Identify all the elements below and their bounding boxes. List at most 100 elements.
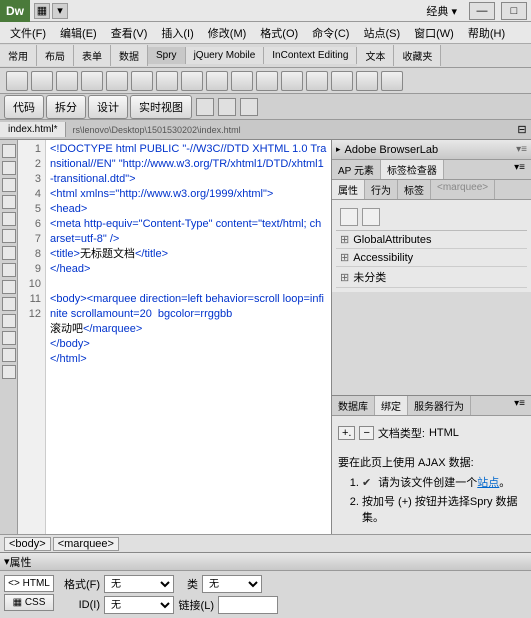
panel-options-icon[interactable]: ▾≡	[508, 396, 531, 415]
remove-button[interactable]: −	[359, 426, 373, 440]
toolbar-icon[interactable]	[196, 98, 214, 116]
tab-forms[interactable]: 表单	[74, 45, 111, 66]
gutter-icon[interactable]	[2, 195, 16, 209]
line-numbers: 123456789101112	[18, 140, 46, 534]
tab-spry[interactable]: Spry	[148, 47, 186, 64]
document-toolbar: 代码 拆分 设计 实时视图	[0, 94, 531, 120]
html-props-button[interactable]: <> HTML	[4, 575, 54, 592]
menu-command[interactable]: 命令(C)	[306, 23, 355, 43]
gutter-icon[interactable]	[2, 331, 16, 345]
attr-group[interactable]: ⊞未分类	[336, 267, 527, 288]
tab-ap-elements[interactable]: AP 元素	[332, 160, 381, 179]
menu-edit[interactable]: 编辑(E)	[54, 23, 103, 43]
tag-body[interactable]: <body>	[4, 537, 51, 551]
tab-jquery[interactable]: jQuery Mobile	[186, 47, 265, 64]
tab-favorites[interactable]: 收藏夹	[394, 45, 441, 66]
link-input[interactable]	[218, 596, 278, 614]
gutter-icon[interactable]	[2, 297, 16, 311]
properties-title: 属性	[10, 554, 32, 570]
id-select[interactable]: 无	[104, 596, 174, 614]
tab-behaviors[interactable]: 行为	[365, 180, 398, 199]
class-select[interactable]: 无	[202, 575, 262, 593]
insert-icon[interactable]	[281, 71, 303, 91]
ajax-heading: 要在此页上使用 AJAX 数据:	[338, 454, 525, 470]
insert-icon[interactable]	[6, 71, 28, 91]
code-content[interactable]: <!DOCTYPE html PUBLIC "-//W3C//DTD XHTML…	[46, 140, 331, 534]
tab-data[interactable]: 数据	[111, 45, 148, 66]
close-icon[interactable]: ⊟	[513, 123, 531, 136]
gutter-icon[interactable]	[2, 365, 16, 379]
insert-icon[interactable]	[181, 71, 203, 91]
attr-group[interactable]: ⊞GlobalAttributes	[336, 231, 527, 249]
panel-options-icon[interactable]: ▾≡	[516, 144, 527, 155]
tab-incontext[interactable]: InContext Editing	[264, 47, 357, 64]
insert-icon[interactable]	[331, 71, 353, 91]
tab-server-behaviors[interactable]: 服务器行为	[408, 396, 471, 415]
menu-file[interactable]: 文件(F)	[4, 23, 52, 43]
tag-marquee[interactable]: <marquee>	[53, 537, 119, 551]
insert-icon[interactable]	[106, 71, 128, 91]
menu-format[interactable]: 格式(O)	[254, 23, 304, 43]
code-editor[interactable]: 123456789101112 <!DOCTYPE html PUBLIC "-…	[18, 140, 331, 534]
menu-view[interactable]: 查看(V)	[105, 23, 154, 43]
tab-bindings[interactable]: 绑定	[375, 396, 408, 415]
tab-layout[interactable]: 布局	[37, 45, 74, 66]
format-label: 格式(F)	[58, 576, 100, 592]
menu-modify[interactable]: 修改(M)	[202, 23, 253, 43]
class-label: 类	[178, 576, 198, 592]
menu-help[interactable]: 帮助(H)	[462, 23, 511, 43]
add-button[interactable]: +.	[338, 426, 355, 440]
tab-attributes[interactable]: 属性	[332, 180, 365, 199]
split-view-button[interactable]: 拆分	[46, 95, 86, 119]
insert-icon[interactable]	[156, 71, 178, 91]
maximize-button[interactable]: □	[501, 2, 527, 20]
live-view-button[interactable]: 实时视图	[130, 95, 192, 119]
tab-database[interactable]: 数据库	[332, 396, 375, 415]
minimize-button[interactable]: —	[469, 2, 495, 20]
layout-dropdown-icon[interactable]: ▾	[52, 3, 68, 19]
gutter-icon[interactable]	[2, 263, 16, 277]
insert-icon[interactable]	[256, 71, 278, 91]
gutter-icon[interactable]	[2, 229, 16, 243]
gutter-icon[interactable]	[2, 212, 16, 226]
format-select[interactable]: 无	[104, 575, 174, 593]
insert-icon[interactable]	[206, 71, 228, 91]
file-tab[interactable]: index.html*	[0, 122, 66, 137]
category-view-icon[interactable]	[340, 208, 358, 226]
menu-insert[interactable]: 插入(I)	[155, 23, 199, 43]
attr-group[interactable]: ⊞Accessibility	[336, 249, 527, 267]
gutter-icon[interactable]	[2, 246, 16, 260]
gutter-icon[interactable]	[2, 161, 16, 175]
tab-common[interactable]: 常用	[0, 45, 37, 66]
tab-tag-inspector[interactable]: 标签检查器	[381, 160, 444, 179]
insert-icon[interactable]	[56, 71, 78, 91]
site-link[interactable]: 站点	[477, 477, 499, 489]
panel-browserlab[interactable]: ▸ Adobe BrowserLab ▾≡	[332, 140, 531, 160]
gutter-icon[interactable]	[2, 178, 16, 192]
toolbar-icon[interactable]	[240, 98, 258, 116]
gutter-icon[interactable]	[2, 314, 16, 328]
code-view-button[interactable]: 代码	[4, 95, 44, 119]
panel-options-icon[interactable]: ▾≡	[508, 160, 531, 179]
menu-site[interactable]: 站点(S)	[357, 23, 406, 43]
menu-window[interactable]: 窗口(W)	[408, 23, 460, 43]
gutter-icon[interactable]	[2, 348, 16, 362]
insert-icon[interactable]	[81, 71, 103, 91]
workspace-switcher[interactable]: 经典 ▾	[420, 3, 463, 19]
layout-icon[interactable]: ▦	[34, 3, 50, 19]
design-view-button[interactable]: 设计	[88, 95, 128, 119]
insert-icon[interactable]	[306, 71, 328, 91]
bindings-panel: 数据库 绑定 服务器行为 ▾≡ +. − 文档类型: HTML 要在此页上使用 …	[332, 395, 531, 534]
insert-icon[interactable]	[131, 71, 153, 91]
gutter-icon[interactable]	[2, 144, 16, 158]
tab-text[interactable]: 文本	[357, 45, 394, 66]
insert-icon[interactable]	[381, 71, 403, 91]
insert-icon[interactable]	[231, 71, 253, 91]
list-view-icon[interactable]	[362, 208, 380, 226]
css-props-button[interactable]: ▦ CSS	[4, 594, 54, 611]
gutter-icon[interactable]	[2, 280, 16, 294]
insert-icon[interactable]	[31, 71, 53, 91]
toolbar-icon[interactable]	[218, 98, 236, 116]
title-bar: Dw ▦ ▾ 经典 ▾ — □	[0, 0, 531, 22]
insert-icon[interactable]	[356, 71, 378, 91]
